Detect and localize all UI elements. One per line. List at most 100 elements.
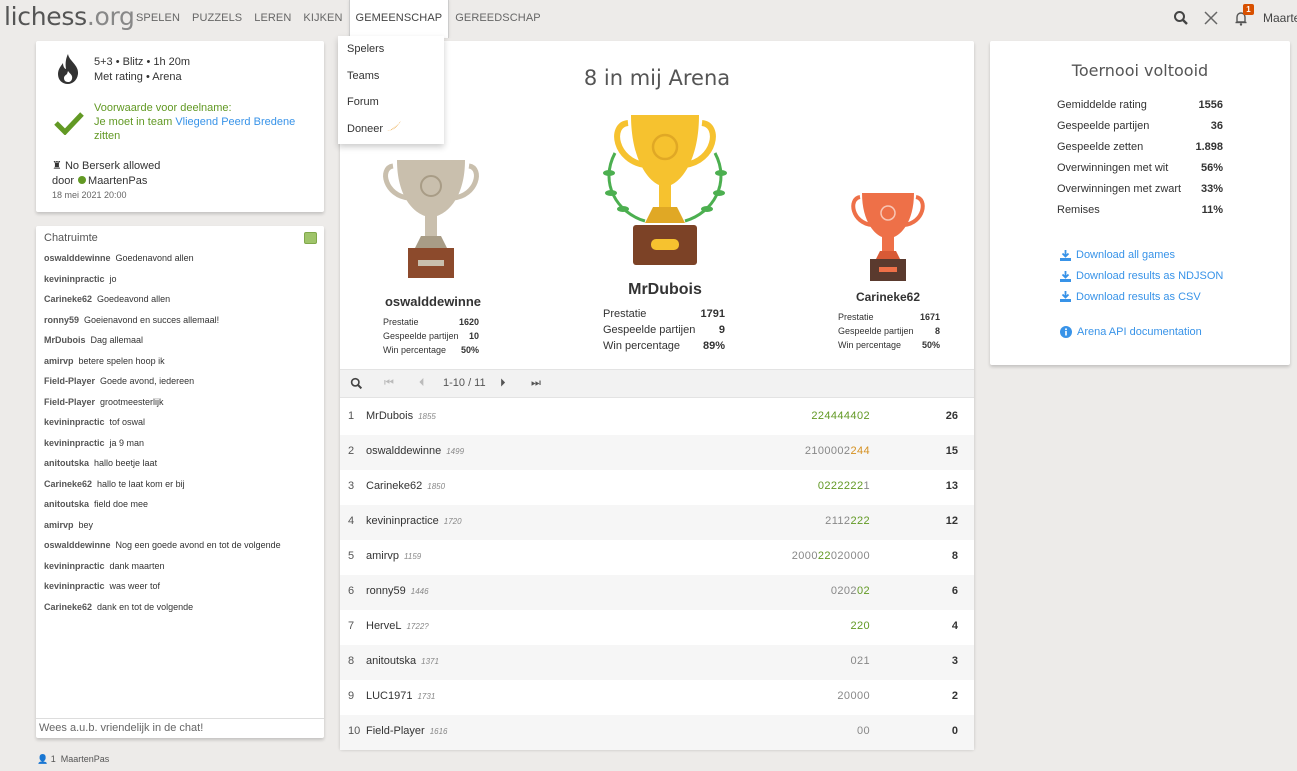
- standings-row[interactable]: 7 HerveL 1722? 220 4: [340, 610, 974, 645]
- page-indicator: 1-10 / 11: [443, 377, 486, 389]
- download-links: Download all games Download results as N…: [1060, 245, 1223, 307]
- chat-username[interactable]: Field-Player: [44, 376, 95, 386]
- score-sheet: 20000: [837, 680, 870, 712]
- score-segment: 1: [863, 480, 870, 492]
- chat-text: hallo te laat kom er bij: [97, 478, 185, 489]
- chat-toggle[interactable]: [304, 232, 317, 244]
- chat-username[interactable]: Carineke62: [44, 479, 92, 489]
- player-name[interactable]: HerveL 1722?: [366, 610, 429, 643]
- player-score: 15: [945, 445, 958, 457]
- chat-text: tof oswal: [109, 417, 146, 427]
- standings-row[interactable]: 5 amirvp 1159 200022020000 8: [340, 540, 974, 575]
- chat-username[interactable]: anitoutska: [44, 499, 89, 509]
- podium-third-name[interactable]: Carineke62: [836, 290, 940, 304]
- player-score: 4: [951, 620, 958, 632]
- chat-message: Carineke62 dank en tot de volgende: [44, 602, 316, 623]
- menu-item-forum[interactable]: Forum: [338, 89, 444, 116]
- nav-leren[interactable]: LEREN: [248, 0, 297, 38]
- no-berserk-icon: ♜: [52, 160, 62, 172]
- podium-first-name[interactable]: MrDubois: [595, 281, 735, 299]
- chat-username[interactable]: anitoutska: [44, 458, 89, 468]
- site-logo[interactable]: lichess.org: [4, 2, 135, 31]
- score-sheet: 2100002244: [805, 435, 870, 467]
- player-name[interactable]: amirvp 1159: [366, 540, 421, 573]
- player-name[interactable]: kevininpractice 1720: [366, 505, 462, 538]
- player-name[interactable]: LUC1971 1731: [366, 680, 435, 713]
- player-rank: 6: [348, 585, 355, 597]
- nav-gereedschap[interactable]: GEREEDSCHAP: [449, 0, 546, 38]
- chat-username[interactable]: ronny59: [44, 315, 79, 325]
- standings-table: 1 MrDubois 1855 224444402 26 2 oswalddewinne 14…: [340, 400, 974, 750]
- standings-row[interactable]: 1 MrDubois 1855 224444402 26: [340, 400, 974, 435]
- score-segment: 2100002: [804, 445, 851, 457]
- player-rating: 1371: [421, 657, 439, 666]
- chat-username[interactable]: amirvp: [44, 356, 74, 366]
- player-name[interactable]: Field-Player 1616: [366, 715, 447, 748]
- notification-badge: 1: [1243, 4, 1254, 15]
- player-rating: 1446: [410, 587, 429, 596]
- chat-username[interactable]: oswalddewinne: [44, 540, 111, 550]
- standings-row[interactable]: 9 LUC1971 1731 20000 2: [340, 680, 974, 715]
- nav-gemeenschap[interactable]: GEMEENSCHAP: [348, 0, 450, 38]
- player-name[interactable]: oswalddewinne 1499: [366, 435, 464, 468]
- swords-icon[interactable]: [1203, 10, 1219, 26]
- nav-spelen[interactable]: SPELEN: [130, 0, 186, 38]
- next-page-icon[interactable]: ⏵: [500, 377, 506, 390]
- chat-username[interactable]: Field-Player: [44, 397, 95, 407]
- api-docs-link[interactable]: Arena API documentation: [1060, 326, 1202, 338]
- menu-item-spelers[interactable]: Spelers: [338, 36, 444, 63]
- chat-username[interactable]: kevininpractic: [44, 581, 105, 591]
- chat-username[interactable]: kevininpractic: [44, 417, 105, 427]
- chat-username[interactable]: Carineke62: [44, 602, 92, 612]
- chat-username[interactable]: Carineke62: [44, 294, 92, 304]
- chat-text: Nog een goede avond en tot de volgende: [115, 540, 281, 550]
- search-player-icon[interactable]: [350, 377, 363, 393]
- chat-input[interactable]: Wees a.u.b. vriendelijk in de chat!: [36, 718, 324, 738]
- player-name[interactable]: anitoutska 1371: [366, 645, 439, 678]
- chat-username[interactable]: kevininpractic: [44, 561, 105, 571]
- download-all-games-link[interactable]: Download all games: [1060, 245, 1223, 266]
- chat-username[interactable]: amirvp: [44, 520, 74, 530]
- standings-row[interactable]: 3 Carineke62 1850 02222221 13: [340, 470, 974, 505]
- download-ndjson-link[interactable]: Download results as NDJSON: [1060, 266, 1223, 287]
- player-rating: 1159: [404, 552, 422, 561]
- creator-link[interactable]: MaartenPas: [88, 175, 147, 187]
- score-segment: 2000: [791, 550, 818, 562]
- chat-message: amirvp bey: [44, 520, 316, 541]
- standings-row[interactable]: 4 kevininpractice 1720 2112222 12: [340, 505, 974, 540]
- chat-text: Goeienavond en succes allemaal!: [84, 314, 220, 325]
- bell-icon[interactable]: 1: [1233, 4, 1254, 26]
- search-icon[interactable]: [1173, 10, 1189, 26]
- standings-row[interactable]: 2 oswalddewinne 1499 2100002244 15: [340, 435, 974, 470]
- chat-username[interactable]: kevininpractic: [44, 438, 105, 448]
- menu-item-teams[interactable]: Teams: [338, 63, 444, 90]
- prev-page-icon[interactable]: ⏴: [419, 377, 425, 390]
- score-segment: 222: [850, 515, 870, 527]
- standings-row[interactable]: 6 ronny59 1446 020202 6: [340, 575, 974, 610]
- nav-kijken[interactable]: KIJKEN: [297, 0, 348, 38]
- team-link[interactable]: Vliegend Peerd Bredene: [175, 116, 295, 128]
- chat-username[interactable]: oswalddewinne: [44, 253, 111, 263]
- score-segment: 021: [850, 655, 870, 667]
- online-dot: [78, 176, 87, 184]
- online-users: 👤 1 MaartenPas: [37, 754, 110, 764]
- chat-username[interactable]: kevininpractic: [44, 274, 105, 284]
- player-name[interactable]: MrDubois 1855: [366, 400, 436, 433]
- podium-second-name[interactable]: oswalddewinne: [378, 294, 488, 309]
- first-page-icon[interactable]: ⏮: [384, 377, 394, 390]
- standings-row[interactable]: 10 Field-Player 1616 00 0: [340, 715, 974, 750]
- score-segment: 0202: [830, 585, 857, 597]
- chat-username[interactable]: MrDubois: [44, 335, 86, 345]
- user-menu[interactable]: Maarten: [1263, 11, 1297, 25]
- player-rank: 8: [348, 655, 355, 667]
- player-name[interactable]: ronny59 1446: [366, 575, 429, 608]
- score-segment: 020000: [830, 550, 870, 562]
- chat-message: amirvp betere spelen hoop ik: [44, 356, 316, 377]
- chat-messages: oswalddewinne Goedenavond allen kevininpra…: [44, 253, 316, 622]
- standings-row[interactable]: 8 anitoutska 1371 021 3: [340, 645, 974, 680]
- nav-puzzels[interactable]: PUZZELS: [186, 0, 248, 38]
- menu-item-doneer[interactable]: Doneer: [338, 116, 444, 143]
- download-csv-link[interactable]: Download results as CSV: [1060, 286, 1223, 307]
- last-page-icon[interactable]: ⏭: [531, 377, 541, 390]
- player-name[interactable]: Carineke62 1850: [366, 470, 445, 503]
